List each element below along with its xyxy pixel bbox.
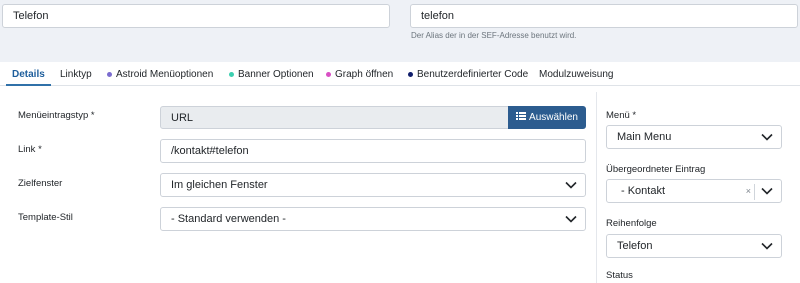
tab-astroid-label: Astroid Menüoptionen — [116, 68, 214, 80]
target-window-value: Im gleichen Fenster — [171, 179, 268, 191]
tab-dot-icon — [229, 71, 234, 77]
menu-select-value: Main Menu — [617, 131, 672, 143]
template-style-select[interactable]: - Standard verwenden - — [160, 207, 586, 231]
menu-item-type-field: URL — [160, 106, 510, 129]
tab-dot-icon — [107, 71, 112, 77]
tab-linktyp-label: Linktyp — [60, 68, 92, 80]
tab-details-label: Details — [12, 68, 45, 80]
ordering-value: Telefon — [617, 240, 653, 252]
link-input[interactable]: /kontakt#telefon — [160, 139, 586, 163]
column-divider — [596, 92, 597, 283]
menu-item-type-label: Menüeintragstyp * — [18, 110, 95, 121]
alias-input-value: telefon — [421, 10, 455, 22]
tab-modulzuweisung-label: Modulzuweisung — [539, 68, 614, 80]
select-menu-item-type-button[interactable]: Auswählen — [508, 106, 586, 129]
title-input-value: Telefon — [13, 10, 49, 22]
tab-linktyp[interactable]: Linktyp — [60, 62, 92, 86]
link-input-value: /kontakt#telefon — [171, 145, 249, 157]
clear-icon[interactable]: × — [746, 186, 751, 196]
select-separator — [754, 184, 755, 200]
chevron-down-icon — [761, 187, 773, 195]
tab-modulzuweisung[interactable]: Modulzuweisung — [539, 62, 614, 86]
tab-graph-oeffnen[interactable]: Graph öffnen — [326, 62, 393, 86]
ordering-select[interactable]: Telefon — [606, 234, 782, 258]
list-icon — [516, 112, 527, 123]
tab-code-label: Benutzerdefinierter Code — [417, 68, 529, 80]
chevron-down-icon — [565, 215, 577, 223]
menu-item-type-value: URL — [171, 111, 194, 124]
target-window-label: Zielfenster — [18, 178, 63, 189]
target-window-select[interactable]: Im gleichen Fenster — [160, 173, 586, 197]
menu-select[interactable]: Main Menu — [606, 125, 782, 149]
tab-astroid-menuoptionen[interactable]: Astroid Menüoptionen — [107, 62, 213, 86]
parent-item-select[interactable]: - Kontakt × — [606, 179, 782, 203]
menu-label: Menü * — [606, 110, 637, 121]
tab-dot-icon — [408, 71, 413, 77]
status-label: Status — [606, 270, 633, 281]
template-style-label: Template-Stil — [18, 212, 73, 223]
title-input[interactable]: Telefon — [2, 4, 390, 28]
tab-bar: Details Linktyp Astroid Menüoptionen Ban… — [0, 62, 800, 87]
tab-banner-label: Banner Optionen — [238, 68, 314, 80]
chevron-down-icon — [761, 133, 773, 141]
tab-graph-label: Graph öffnen — [335, 68, 394, 80]
alias-input[interactable]: telefon — [410, 4, 798, 28]
alias-hint: Der Alias der in der SEF-Adresse benutzt… — [411, 31, 577, 40]
tab-dot-icon — [326, 71, 331, 77]
chevron-down-icon — [565, 181, 577, 189]
chevron-down-icon — [761, 242, 773, 250]
ordering-label: Reihenfolge — [606, 218, 657, 229]
tab-details[interactable]: Details — [6, 62, 51, 87]
parent-item-value: - Kontakt — [621, 185, 666, 197]
tab-banner-optionen[interactable]: Banner Optionen — [229, 62, 314, 86]
link-label: Link * — [18, 144, 42, 155]
tab-benutzerdefinierter-code[interactable]: Benutzerdefinierter Code — [408, 62, 528, 86]
parent-item-label: Übergeordneter Eintrag — [606, 164, 706, 175]
select-button-label: Auswählen — [529, 112, 578, 123]
template-style-value: - Standard verwenden - — [171, 213, 286, 225]
